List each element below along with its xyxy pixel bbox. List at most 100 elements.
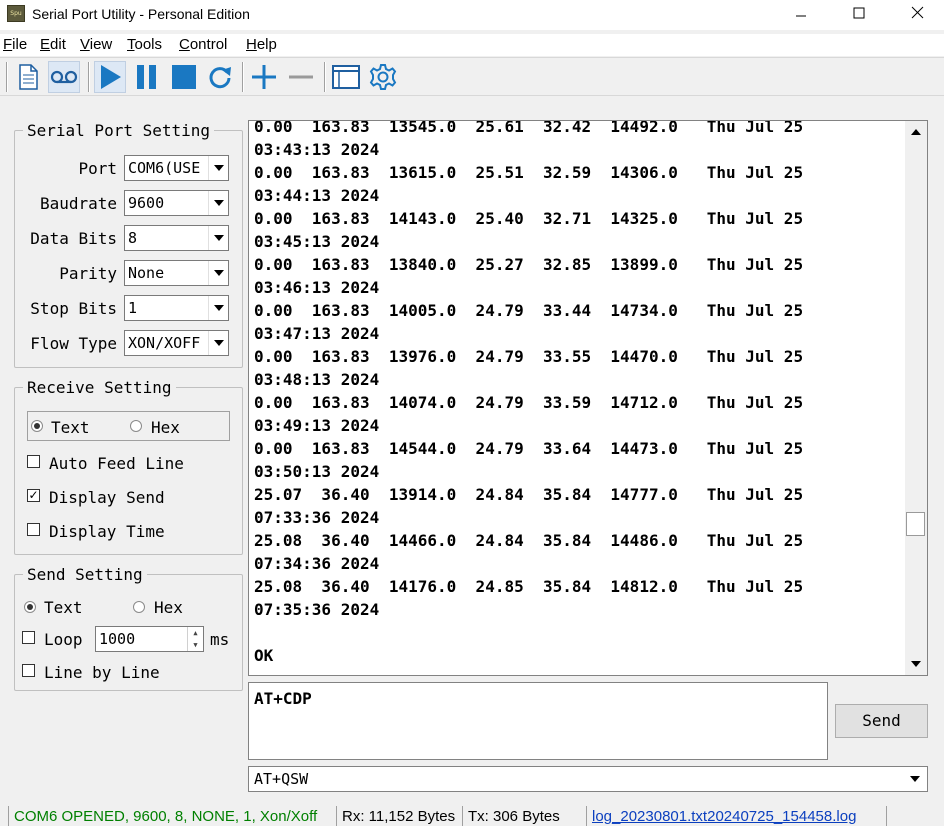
display-send-checkbox[interactable]: ✓ [27, 489, 40, 502]
chevron-down-icon[interactable] [208, 156, 228, 180]
pause-button[interactable] [131, 61, 163, 93]
settings-button[interactable] [367, 61, 399, 93]
menu-control[interactable]: Control [179, 36, 227, 53]
receive-setting-legend: Receive Setting [27, 378, 172, 397]
scroll-thumb[interactable] [906, 512, 925, 536]
chevron-down-icon[interactable] [208, 226, 228, 250]
play-icon [101, 65, 121, 89]
toolbar-separator [242, 62, 244, 92]
output-line: 03:45:13 2024 [254, 232, 380, 251]
send-setting-legend: Send Setting [27, 565, 143, 584]
stop-bits-select[interactable]: 1 [124, 295, 229, 321]
chevron-down-icon[interactable] [208, 331, 228, 355]
line-by-line-checkbox[interactable] [22, 664, 35, 677]
chevron-down-icon[interactable] [208, 296, 228, 320]
scroll-down-icon[interactable] [905, 653, 927, 675]
output-line: 03:44:13 2024 [254, 186, 380, 205]
output-line: 25.08 36.40 14466.0 24.84 35.84 14486.0 … [254, 531, 804, 550]
play-button[interactable] [94, 61, 126, 93]
output-line: 03:47:13 2024 [254, 324, 380, 343]
stop-bits-label: Stop Bits [30, 299, 117, 318]
output-scrollbar[interactable] [905, 121, 927, 675]
close-button[interactable] [886, 0, 944, 30]
remove-button[interactable] [285, 61, 317, 93]
send-hex-label[interactable]: Hex [154, 598, 183, 617]
stop-button[interactable] [168, 61, 200, 93]
receive-hex-label[interactable]: Hex [151, 418, 180, 437]
toolbar-separator [88, 62, 90, 92]
data-bits-label: Data Bits [30, 229, 117, 248]
receive-text-radio[interactable] [31, 420, 43, 432]
send-text-radio[interactable] [24, 601, 36, 613]
send-text-label[interactable]: Text [44, 598, 83, 617]
menu-help[interactable]: Help [246, 36, 277, 53]
toolbar-separator [6, 62, 8, 92]
loop-interval-stepper[interactable]: 1000 ▲ ▼ [95, 626, 204, 652]
loop-unit-label: ms [210, 630, 230, 649]
auto-feed-line-label[interactable]: Auto Feed Line [49, 454, 184, 473]
minimize-button[interactable] [770, 0, 832, 30]
chevron-down-icon[interactable] [208, 191, 228, 215]
maximize-icon [853, 7, 865, 19]
maximize-button[interactable] [828, 0, 890, 30]
window-button[interactable] [330, 61, 362, 93]
new-document-button[interactable] [12, 61, 44, 93]
baudrate-select[interactable]: 9600 [124, 190, 229, 216]
menu-view[interactable]: View [80, 36, 112, 53]
auto-feed-line-checkbox[interactable] [27, 455, 40, 468]
record-button[interactable] [48, 61, 80, 93]
title-bar: Spu Serial Port Utility - Personal Editi… [0, 0, 944, 30]
receive-hex-radio[interactable] [130, 420, 142, 432]
tx-count: Tx: 306 Bytes [462, 806, 586, 826]
receive-output-area[interactable]: 0.00 163.83 13545.0 25.61 32.42 14492.0 … [248, 120, 928, 676]
output-line: 25.07 36.40 13914.0 24.84 35.84 14777.0 … [254, 485, 804, 504]
receive-text-label[interactable]: Text [51, 418, 90, 437]
parity-label: Parity [59, 264, 117, 283]
flow-type-select[interactable]: XON/XOFF [124, 330, 229, 356]
refresh-button[interactable] [204, 61, 236, 93]
stop-icon [172, 65, 196, 89]
loop-label[interactable]: Loop [44, 630, 83, 649]
output-line: 07:35:36 2024 [254, 600, 380, 619]
loop-checkbox[interactable] [22, 631, 35, 644]
data-bits-select[interactable]: 8 [124, 225, 229, 251]
spin-down-icon[interactable]: ▼ [188, 639, 203, 651]
toolbar-separator [324, 62, 326, 92]
remove-icon [289, 75, 313, 79]
menu-tools[interactable]: Tools [127, 36, 162, 53]
add-button[interactable] [248, 61, 280, 93]
flow-type-label: Flow Type [30, 334, 117, 353]
output-line: 25.08 36.40 14176.0 24.85 35.84 14812.0 … [254, 577, 804, 596]
output-line: 07:33:36 2024 [254, 508, 380, 527]
log-file-link[interactable]: log_20230801.txt20240725_154458.log [586, 806, 886, 826]
close-icon [911, 6, 923, 19]
output-line: 03:43:13 2024 [254, 140, 380, 159]
parity-select[interactable]: None [124, 260, 229, 286]
output-line: 07:34:36 2024 [254, 554, 380, 573]
output-line: 0.00 163.83 14143.0 25.40 32.71 14325.0 … [254, 209, 804, 228]
status-empty-cell [886, 806, 944, 826]
send-button[interactable]: Send [835, 704, 928, 738]
scroll-up-icon[interactable] [905, 121, 927, 143]
window-icon [332, 65, 360, 89]
line-by-line-label[interactable]: Line by Line [44, 663, 160, 682]
output-line: 03:46:13 2024 [254, 278, 380, 297]
output-line: 0.00 163.83 14005.0 24.79 33.44 14734.0 … [254, 301, 804, 320]
port-select[interactable]: COM6(USE [124, 155, 229, 181]
chevron-down-icon[interactable] [208, 261, 228, 285]
send-hex-radio[interactable] [133, 601, 145, 613]
baudrate-label: Baudrate [39, 194, 117, 213]
app-logo-icon: Spu [7, 5, 25, 22]
command-history-select[interactable]: AT+QSW [248, 766, 928, 792]
connection-status: COM6 OPENED, 9600, 8, NONE, 1, Xon/Xoff [8, 806, 336, 826]
send-input[interactable]: AT+CDP [248, 682, 828, 760]
chevron-down-icon[interactable] [905, 769, 925, 789]
display-time-label[interactable]: Display Time [49, 522, 165, 541]
spin-up-icon[interactable]: ▲ [188, 627, 203, 639]
menu-file[interactable]: File [3, 36, 27, 53]
display-send-label[interactable]: Display Send [49, 488, 165, 507]
menu-edit[interactable]: Edit [40, 36, 66, 53]
display-time-checkbox[interactable] [27, 523, 40, 536]
output-line: 03:50:13 2024 [254, 462, 380, 481]
